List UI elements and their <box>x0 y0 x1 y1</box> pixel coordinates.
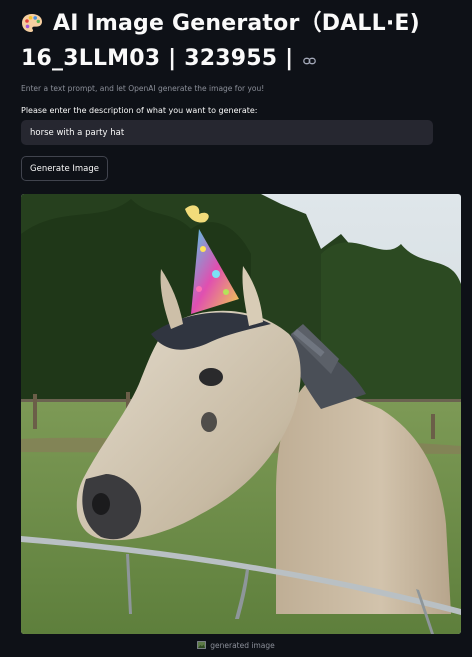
image-caption-text: generated image <box>210 641 275 650</box>
prompt-input[interactable] <box>21 120 433 145</box>
generate-image-button[interactable]: Generate Image <box>21 156 109 181</box>
app-page: AI Image Generator（DALL·E) 16_3LLM03 | 3… <box>0 0 472 657</box>
prompt-label: Please enter the description of what you… <box>21 106 258 115</box>
page-title: AI Image Generator（DALL·E) 16_3LLM03 | 3… <box>21 0 451 75</box>
generated-image-graphic <box>21 194 461 634</box>
generated-image <box>21 194 461 634</box>
intro-subtitle: Enter a text prompt, and let OpenAI gene… <box>21 84 265 93</box>
page-title-line2: 16_3LLM03 | 323955 | <box>21 46 294 71</box>
broken-image-icon <box>197 641 207 652</box>
image-caption: generated image <box>0 641 472 652</box>
page-title-line1: AI Image Generator（DALL·E) <box>53 11 420 36</box>
link-icon[interactable] <box>303 43 317 75</box>
artist-palette-icon <box>21 11 43 43</box>
